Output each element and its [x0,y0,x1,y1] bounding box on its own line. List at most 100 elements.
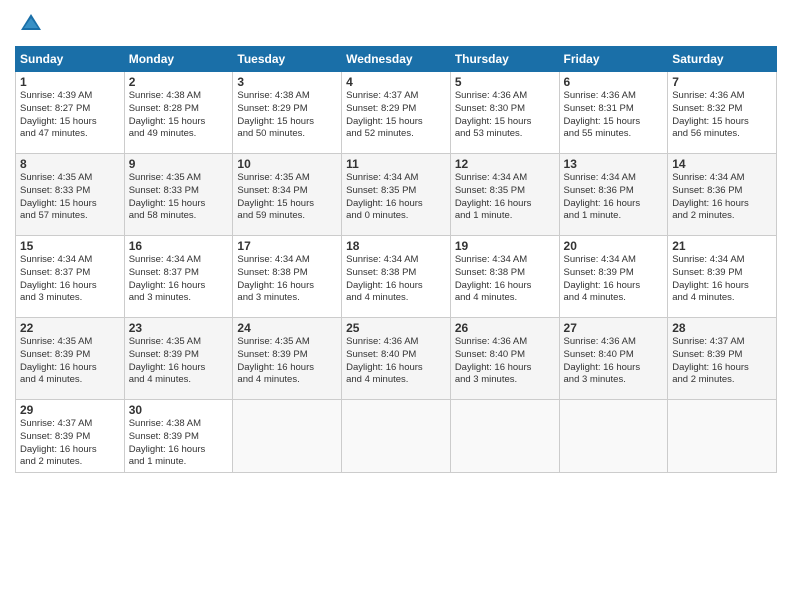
day-number: 1 [20,75,120,89]
calendar-cell: 14Sunrise: 4:34 AM Sunset: 8:36 PM Dayli… [668,154,777,236]
day-number: 6 [564,75,664,89]
calendar-cell: 29Sunrise: 4:37 AM Sunset: 8:39 PM Dayli… [16,400,125,473]
calendar-cell: 5Sunrise: 4:36 AM Sunset: 8:30 PM Daylig… [450,72,559,154]
day-info: Sunrise: 4:38 AM Sunset: 8:29 PM Dayligh… [237,90,337,141]
day-number: 12 [455,157,555,171]
weekday-saturday: Saturday [668,47,777,72]
day-number: 24 [237,321,337,335]
weekday-wednesday: Wednesday [342,47,451,72]
day-info: Sunrise: 4:36 AM Sunset: 8:32 PM Dayligh… [672,90,772,141]
header [15,10,777,38]
calendar-cell: 15Sunrise: 4:34 AM Sunset: 8:37 PM Dayli… [16,236,125,318]
weekday-thursday: Thursday [450,47,559,72]
day-info: Sunrise: 4:34 AM Sunset: 8:35 PM Dayligh… [346,172,446,223]
day-number: 8 [20,157,120,171]
logo-text [15,10,47,38]
day-number: 3 [237,75,337,89]
calendar-cell: 21Sunrise: 4:34 AM Sunset: 8:39 PM Dayli… [668,236,777,318]
calendar: SundayMondayTuesdayWednesdayThursdayFrid… [15,46,777,473]
day-info: Sunrise: 4:35 AM Sunset: 8:33 PM Dayligh… [129,172,229,223]
weekday-friday: Friday [559,47,668,72]
day-info: Sunrise: 4:34 AM Sunset: 8:39 PM Dayligh… [564,254,664,305]
calendar-cell: 23Sunrise: 4:35 AM Sunset: 8:39 PM Dayli… [124,318,233,400]
day-number: 23 [129,321,229,335]
day-number: 29 [20,403,120,417]
calendar-cell: 22Sunrise: 4:35 AM Sunset: 8:39 PM Dayli… [16,318,125,400]
day-number: 26 [455,321,555,335]
calendar-cell: 27Sunrise: 4:36 AM Sunset: 8:40 PM Dayli… [559,318,668,400]
day-info: Sunrise: 4:35 AM Sunset: 8:39 PM Dayligh… [129,336,229,387]
day-number: 27 [564,321,664,335]
calendar-cell [233,400,342,473]
day-info: Sunrise: 4:37 AM Sunset: 8:39 PM Dayligh… [672,336,772,387]
calendar-cell: 8Sunrise: 4:35 AM Sunset: 8:33 PM Daylig… [16,154,125,236]
day-info: Sunrise: 4:35 AM Sunset: 8:39 PM Dayligh… [20,336,120,387]
logo-icon [17,10,45,38]
calendar-cell: 4Sunrise: 4:37 AM Sunset: 8:29 PM Daylig… [342,72,451,154]
day-number: 18 [346,239,446,253]
day-info: Sunrise: 4:35 AM Sunset: 8:39 PM Dayligh… [237,336,337,387]
day-info: Sunrise: 4:36 AM Sunset: 8:40 PM Dayligh… [564,336,664,387]
day-info: Sunrise: 4:34 AM Sunset: 8:37 PM Dayligh… [129,254,229,305]
calendar-cell [342,400,451,473]
weekday-tuesday: Tuesday [233,47,342,72]
weekday-sunday: Sunday [16,47,125,72]
day-info: Sunrise: 4:36 AM Sunset: 8:40 PM Dayligh… [455,336,555,387]
day-number: 7 [672,75,772,89]
calendar-cell: 17Sunrise: 4:34 AM Sunset: 8:38 PM Dayli… [233,236,342,318]
day-info: Sunrise: 4:38 AM Sunset: 8:28 PM Dayligh… [129,90,229,141]
calendar-cell: 9Sunrise: 4:35 AM Sunset: 8:33 PM Daylig… [124,154,233,236]
calendar-cell: 16Sunrise: 4:34 AM Sunset: 8:37 PM Dayli… [124,236,233,318]
day-info: Sunrise: 4:34 AM Sunset: 8:38 PM Dayligh… [455,254,555,305]
calendar-cell: 24Sunrise: 4:35 AM Sunset: 8:39 PM Dayli… [233,318,342,400]
day-number: 4 [346,75,446,89]
weekday-monday: Monday [124,47,233,72]
day-number: 9 [129,157,229,171]
calendar-cell: 1Sunrise: 4:39 AM Sunset: 8:27 PM Daylig… [16,72,125,154]
day-info: Sunrise: 4:37 AM Sunset: 8:29 PM Dayligh… [346,90,446,141]
day-number: 10 [237,157,337,171]
calendar-cell: 26Sunrise: 4:36 AM Sunset: 8:40 PM Dayli… [450,318,559,400]
day-info: Sunrise: 4:36 AM Sunset: 8:30 PM Dayligh… [455,90,555,141]
day-info: Sunrise: 4:37 AM Sunset: 8:39 PM Dayligh… [20,418,120,469]
calendar-cell: 2Sunrise: 4:38 AM Sunset: 8:28 PM Daylig… [124,72,233,154]
day-info: Sunrise: 4:35 AM Sunset: 8:34 PM Dayligh… [237,172,337,223]
calendar-cell: 11Sunrise: 4:34 AM Sunset: 8:35 PM Dayli… [342,154,451,236]
calendar-cell: 7Sunrise: 4:36 AM Sunset: 8:32 PM Daylig… [668,72,777,154]
calendar-cell: 10Sunrise: 4:35 AM Sunset: 8:34 PM Dayli… [233,154,342,236]
day-number: 17 [237,239,337,253]
calendar-cell: 18Sunrise: 4:34 AM Sunset: 8:38 PM Dayli… [342,236,451,318]
day-info: Sunrise: 4:34 AM Sunset: 8:37 PM Dayligh… [20,254,120,305]
day-number: 16 [129,239,229,253]
day-info: Sunrise: 4:35 AM Sunset: 8:33 PM Dayligh… [20,172,120,223]
day-number: 20 [564,239,664,253]
day-number: 5 [455,75,555,89]
logo [15,10,47,38]
calendar-cell: 6Sunrise: 4:36 AM Sunset: 8:31 PM Daylig… [559,72,668,154]
day-info: Sunrise: 4:34 AM Sunset: 8:38 PM Dayligh… [346,254,446,305]
day-info: Sunrise: 4:39 AM Sunset: 8:27 PM Dayligh… [20,90,120,141]
day-number: 21 [672,239,772,253]
day-number: 19 [455,239,555,253]
day-number: 14 [672,157,772,171]
calendar-cell: 13Sunrise: 4:34 AM Sunset: 8:36 PM Dayli… [559,154,668,236]
calendar-cell: 28Sunrise: 4:37 AM Sunset: 8:39 PM Dayli… [668,318,777,400]
day-number: 22 [20,321,120,335]
day-number: 13 [564,157,664,171]
day-info: Sunrise: 4:34 AM Sunset: 8:35 PM Dayligh… [455,172,555,223]
day-number: 25 [346,321,446,335]
calendar-cell [668,400,777,473]
day-info: Sunrise: 4:36 AM Sunset: 8:31 PM Dayligh… [564,90,664,141]
day-number: 11 [346,157,446,171]
day-number: 2 [129,75,229,89]
weekday-header-row: SundayMondayTuesdayWednesdayThursdayFrid… [16,47,777,72]
day-info: Sunrise: 4:34 AM Sunset: 8:36 PM Dayligh… [672,172,772,223]
day-info: Sunrise: 4:34 AM Sunset: 8:36 PM Dayligh… [564,172,664,223]
day-info: Sunrise: 4:34 AM Sunset: 8:39 PM Dayligh… [672,254,772,305]
day-number: 28 [672,321,772,335]
calendar-cell: 20Sunrise: 4:34 AM Sunset: 8:39 PM Dayli… [559,236,668,318]
day-info: Sunrise: 4:36 AM Sunset: 8:40 PM Dayligh… [346,336,446,387]
calendar-cell: 3Sunrise: 4:38 AM Sunset: 8:29 PM Daylig… [233,72,342,154]
calendar-cell: 12Sunrise: 4:34 AM Sunset: 8:35 PM Dayli… [450,154,559,236]
calendar-cell: 30Sunrise: 4:38 AM Sunset: 8:39 PM Dayli… [124,400,233,473]
